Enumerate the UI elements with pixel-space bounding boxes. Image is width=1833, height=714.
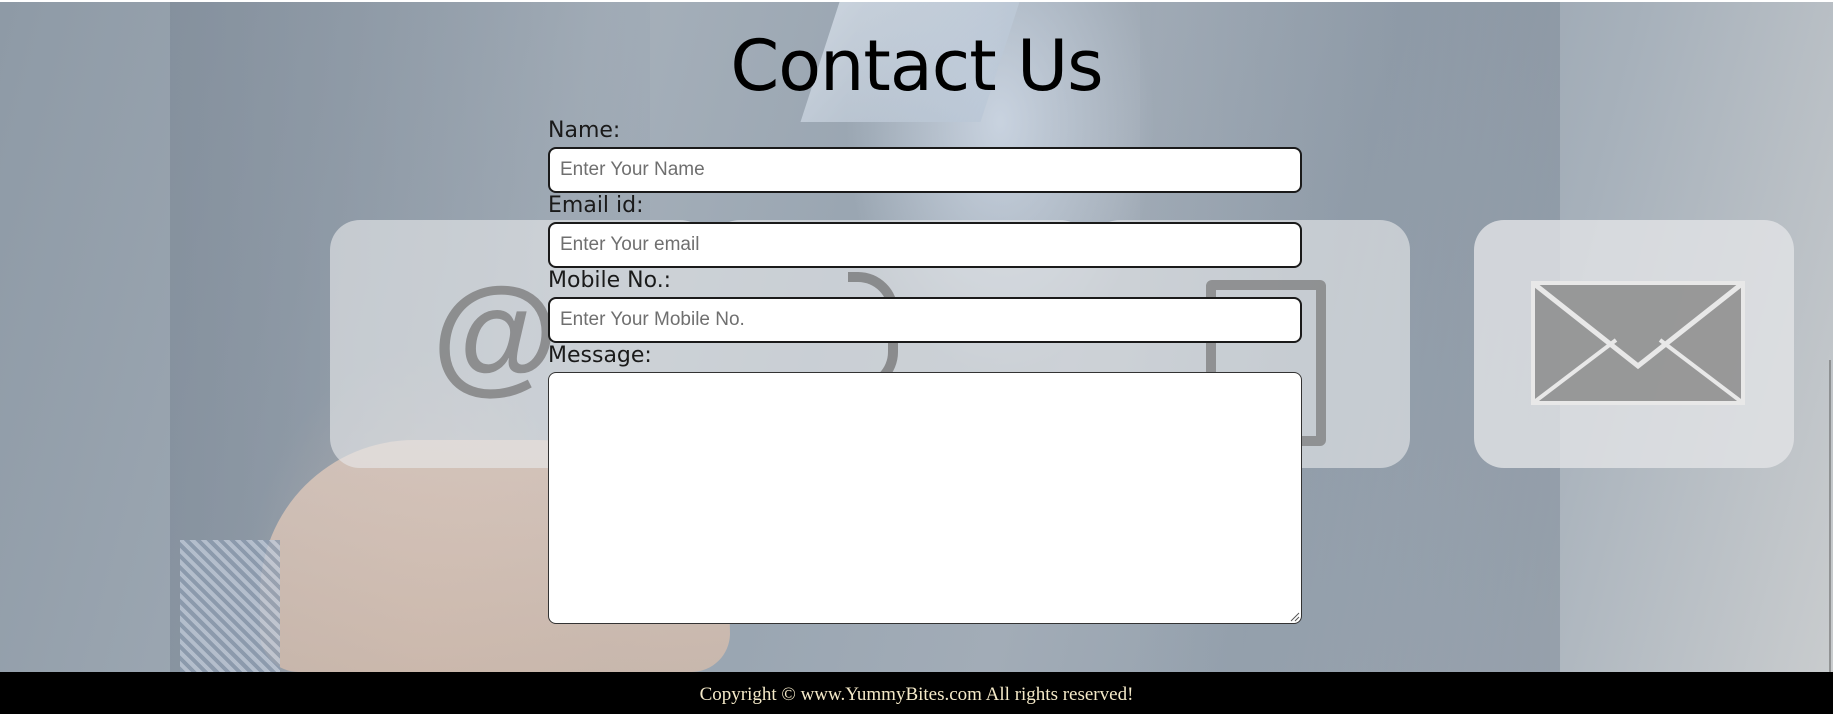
envelope-icon: [1531, 281, 1745, 405]
footer: Copyright © www.YummyBites.com All right…: [0, 672, 1833, 714]
page: @ Contact Us Name: Email id: Mobile No.:…: [0, 0, 1833, 714]
mobile-input[interactable]: [548, 297, 1302, 343]
background-cuff: [180, 540, 280, 672]
message-textarea[interactable]: [548, 372, 1302, 624]
at-icon: @: [432, 260, 559, 406]
page-title: Contact Us: [730, 25, 1103, 107]
footer-copyright: Copyright © www.YummyBites.com All right…: [699, 684, 1134, 705]
message-label: Message:: [548, 343, 652, 368]
email-input[interactable]: [548, 222, 1302, 268]
name-input[interactable]: [548, 147, 1302, 193]
name-label: Name:: [548, 118, 621, 143]
resize-grip-icon[interactable]: [1290, 612, 1300, 622]
mobile-label: Mobile No.:: [548, 268, 672, 293]
scrollbar[interactable]: [1829, 360, 1831, 672]
email-label: Email id:: [548, 193, 644, 218]
